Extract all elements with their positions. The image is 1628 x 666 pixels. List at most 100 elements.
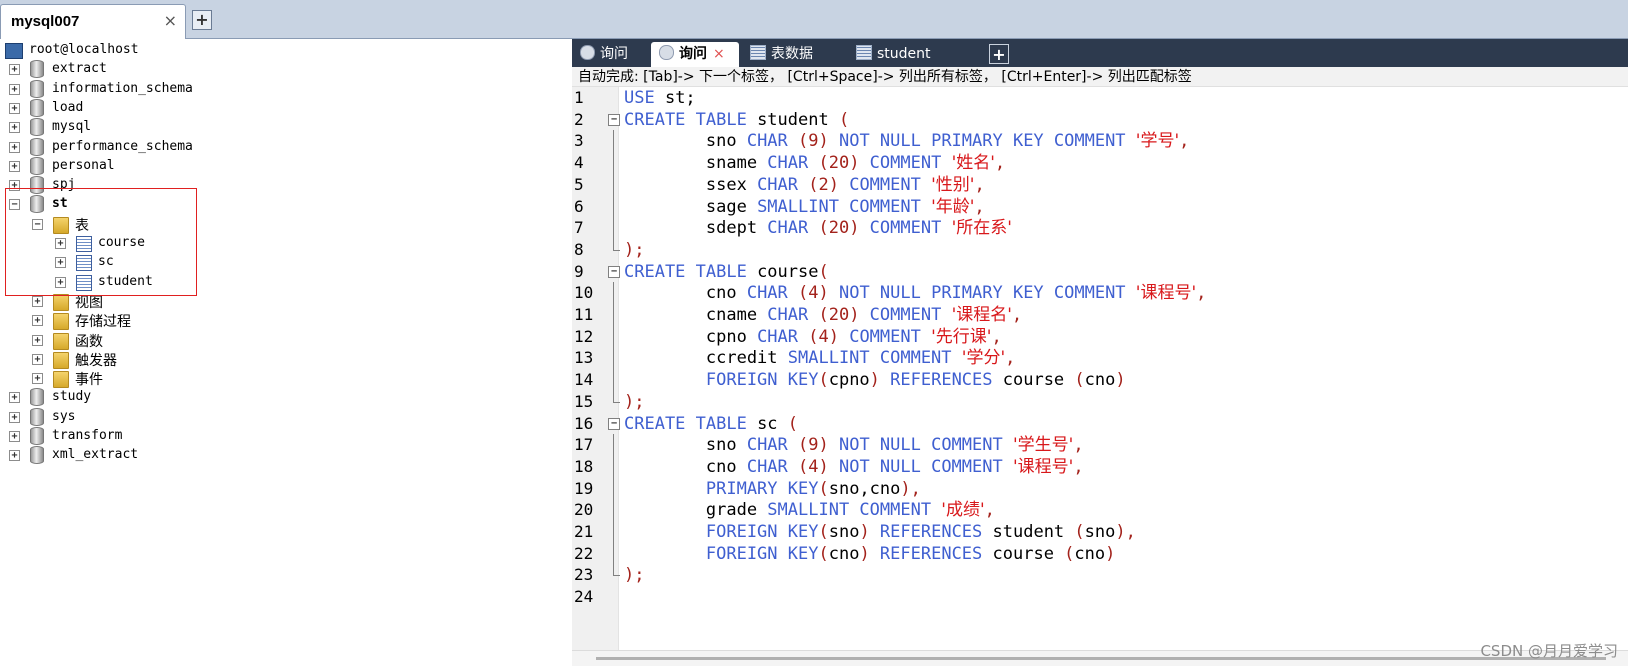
code-line[interactable]: 24 bbox=[572, 586, 1628, 608]
code-token: cpno bbox=[624, 326, 758, 347]
query-tab-4[interactable]: student bbox=[848, 42, 958, 67]
code-line[interactable]: 18 cno CHAR (4) NOT NULL COMMENT '课程号', bbox=[572, 455, 1628, 478]
expand-icon[interactable]: + bbox=[9, 102, 20, 114]
fold-toggle-icon[interactable]: − bbox=[608, 417, 620, 430]
code-token: ), bbox=[1115, 522, 1136, 542]
expand-icon[interactable]: + bbox=[9, 141, 20, 153]
code-token: '课程名' bbox=[951, 305, 1012, 325]
scrollbar-thumb[interactable] bbox=[596, 657, 1606, 660]
expand-icon[interactable]: + bbox=[32, 334, 43, 346]
code-line[interactable]: 11 cname CHAR (20) COMMENT '课程名', bbox=[572, 304, 1628, 326]
tree-item-sc[interactable]: + sc bbox=[0, 252, 560, 272]
tree-item-student[interactable]: + student bbox=[0, 272, 560, 292]
tree-item-transform[interactable]: + transform bbox=[0, 426, 560, 446]
tree-item-表[interactable]: − 表 bbox=[0, 214, 560, 234]
tree-item-st[interactable]: − st bbox=[0, 194, 560, 214]
tree-item-load[interactable]: + load bbox=[0, 98, 560, 118]
query-tab-label: 询问 bbox=[679, 46, 707, 62]
expand-icon[interactable]: + bbox=[32, 353, 43, 365]
code-line[interactable]: 2 − CREATE TABLE student ( bbox=[572, 109, 1628, 131]
expand-icon[interactable]: + bbox=[55, 257, 66, 269]
code-token: ), bbox=[900, 478, 921, 499]
tree-item-performance_schema[interactable]: + performance_schema bbox=[0, 137, 560, 157]
fold-toggle-icon[interactable]: − bbox=[608, 265, 620, 278]
expand-icon[interactable]: + bbox=[55, 238, 66, 249]
tree-item-视图[interactable]: + 视图 bbox=[0, 291, 560, 311]
expand-icon[interactable]: + bbox=[9, 83, 20, 95]
code-line[interactable]: 5 ssex CHAR (2) COMMENT '性别', bbox=[572, 173, 1628, 196]
tree-item-course[interactable]: + course bbox=[0, 233, 560, 253]
expand-icon[interactable]: + bbox=[32, 295, 43, 307]
code-token: (20) bbox=[818, 153, 870, 174]
code-line[interactable]: 6 sage SMALLINT COMMENT '年龄', bbox=[572, 195, 1628, 218]
code-line[interactable]: 15); bbox=[572, 390, 1628, 413]
code-line[interactable]: 7 sdept CHAR (20) COMMENT '所在系' bbox=[572, 217, 1628, 240]
tree-item-存储过程[interactable]: + 存储过程 bbox=[0, 310, 560, 331]
code-line[interactable]: 17 sno CHAR (9) NOT NULL COMMENT '学生号', bbox=[572, 434, 1628, 457]
sql-code-editor[interactable]: 1 USE st; 2− CREATE TABLE student (3 sno CH… bbox=[572, 87, 1628, 647]
code-line[interactable]: 19 PRIMARY KEY(sno,cno), bbox=[572, 477, 1628, 500]
code-line[interactable]: 9 − CREATE TABLE course( bbox=[572, 261, 1628, 283]
query-tab-3[interactable]: 表数据 bbox=[742, 42, 845, 67]
line-number: 9 bbox=[574, 261, 584, 281]
close-icon[interactable]: × bbox=[164, 11, 177, 30]
code-line[interactable]: 21 FOREIGN KEY(sno) REFERENCES student (… bbox=[572, 521, 1628, 543]
expand-icon[interactable]: + bbox=[9, 431, 20, 442]
code-line[interactable]: 1 USE st; bbox=[572, 87, 1628, 109]
code-token: SMALLINT COMMENT bbox=[757, 196, 932, 217]
code-line[interactable]: 22 FOREIGN KEY(cno) REFERENCES course (c… bbox=[572, 542, 1628, 565]
expand-icon[interactable]: + bbox=[9, 64, 20, 76]
expand-icon[interactable]: + bbox=[9, 450, 20, 462]
query-tab-2[interactable]: 询问 × bbox=[651, 42, 739, 67]
connection-tab[interactable]: mysql007 × bbox=[0, 4, 186, 39]
collapse-icon[interactable]: − bbox=[9, 199, 20, 211]
query-tab-1[interactable]: 询问 bbox=[572, 42, 648, 67]
expand-icon[interactable]: + bbox=[32, 373, 43, 385]
code-token: USE bbox=[624, 88, 655, 108]
code-line[interactable]: 3 sno CHAR (9) NOT NULL PRIMARY KEY COMM… bbox=[572, 130, 1628, 153]
expand-icon[interactable]: + bbox=[32, 315, 43, 327]
expand-icon[interactable]: + bbox=[9, 180, 20, 192]
tree-item-sys[interactable]: + sys bbox=[0, 407, 560, 427]
code-token: st; bbox=[654, 88, 696, 108]
tree-item-information_schema[interactable]: + information_schema bbox=[0, 79, 560, 99]
expand-icon[interactable]: + bbox=[9, 122, 20, 134]
code-line[interactable]: 10 cno CHAR (4) NOT NULL PRIMARY KEY COM… bbox=[572, 282, 1628, 305]
horizontal-scrollbar[interactable] bbox=[572, 650, 1628, 666]
code-line[interactable]: 13 ccredit SMALLINT COMMENT '学分', bbox=[572, 347, 1628, 370]
tree-item-personal[interactable]: + personal bbox=[0, 156, 560, 176]
close-icon[interactable]: × bbox=[713, 46, 725, 62]
tree-item-触发器[interactable]: + 触发器 bbox=[0, 349, 560, 369]
tree-item-xml_extract[interactable]: + xml_extract bbox=[0, 445, 560, 465]
line-number: 24 bbox=[574, 587, 594, 607]
line-number: 22 bbox=[574, 543, 594, 563]
code-line[interactable]: 12 cpno CHAR (4) COMMENT '先行课', bbox=[572, 325, 1628, 348]
code-line[interactable]: 14 FOREIGN KEY(cpno) REFERENCES course (… bbox=[572, 369, 1628, 392]
connection-tab-bar: mysql007 × + bbox=[0, 0, 1628, 39]
code-line[interactable]: 4 sname CHAR (20) COMMENT '姓名', bbox=[572, 152, 1628, 175]
tree-item-study[interactable]: + study bbox=[0, 387, 560, 407]
tree-item-extract[interactable]: + extract bbox=[0, 59, 560, 79]
code-line[interactable]: 23); bbox=[572, 564, 1628, 586]
collapse-icon[interactable]: − bbox=[32, 218, 43, 230]
code-token: (4) bbox=[798, 283, 839, 304]
tree-item-spj[interactable]: + spj bbox=[0, 175, 560, 195]
expand-icon[interactable]: + bbox=[9, 392, 20, 404]
expand-icon[interactable]: + bbox=[9, 411, 20, 423]
code-line[interactable]: 20 grade SMALLINT COMMENT '成绩', bbox=[572, 499, 1628, 522]
tree-item-事件[interactable]: + 事件 bbox=[0, 368, 560, 389]
expand-icon[interactable]: + bbox=[55, 276, 66, 288]
code-line[interactable]: 16 − CREATE TABLE sc ( bbox=[572, 413, 1628, 435]
fold-toggle-icon[interactable]: − bbox=[608, 113, 620, 126]
tree-item-root@localhost[interactable]: root@localhost bbox=[0, 40, 560, 60]
tree-item-函数[interactable]: + 函数 bbox=[0, 330, 560, 350]
fold-end-marker bbox=[613, 238, 620, 251]
tree-item-mysql[interactable]: + mysql bbox=[0, 117, 560, 137]
code-line[interactable]: 8); bbox=[572, 238, 1628, 261]
tree-item-label: 存储过程 bbox=[75, 314, 131, 331]
expand-icon[interactable]: + bbox=[9, 160, 20, 172]
database-icon bbox=[30, 156, 44, 175]
folder-icon bbox=[53, 293, 69, 311]
add-connection-tab-button[interactable]: + bbox=[192, 10, 212, 30]
add-query-tab-button[interactable]: + bbox=[989, 44, 1009, 64]
